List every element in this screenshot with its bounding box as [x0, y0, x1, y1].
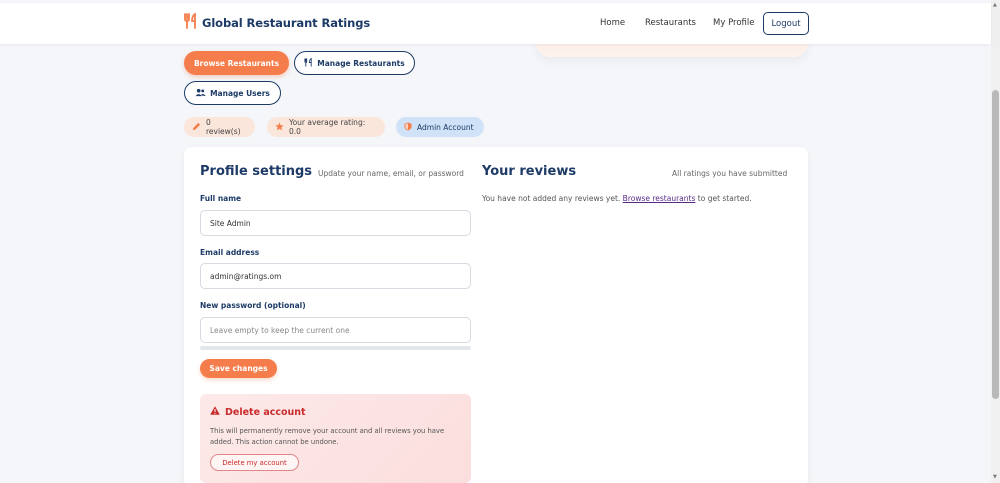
brand-title: Global Restaurant Ratings — [202, 16, 371, 30]
admin-account-chip: Admin Account — [396, 117, 484, 137]
manage-users-button[interactable]: Manage Users — [184, 81, 281, 105]
email-input[interactable]: admin@ratings.om — [200, 263, 471, 289]
average-rating-chip: Your average rating: 0.0 — [267, 117, 385, 137]
email-label: Email address — [200, 248, 260, 257]
reviews-empty-text: You have not added any reviews yet. — [482, 194, 623, 203]
admin-account-text: Admin Account — [417, 122, 474, 132]
average-rating-text: Your average rating: 0.0 — [289, 118, 366, 136]
reviews-count-chip: 0 review(s) — [184, 117, 255, 137]
profile-settings-subtitle: Update your name, email, or password — [318, 169, 464, 178]
reviews-empty-message: You have not added any reviews yet. Brow… — [482, 194, 752, 203]
fork-knife-icon — [304, 57, 313, 69]
full-name-input[interactable]: Site Admin — [200, 210, 471, 236]
logout-button[interactable]: Logout — [763, 12, 809, 35]
manage-restaurants-label: Manage Restaurants — [317, 58, 405, 68]
warning-icon — [210, 406, 220, 418]
full-name-label: Full name — [200, 194, 242, 203]
delete-account-heading: Delete account — [210, 406, 306, 418]
manage-users-label: Manage Users — [210, 88, 270, 98]
scroll-down-icon[interactable]: ▼ — [993, 474, 997, 480]
nav-home[interactable]: Home — [600, 18, 625, 28]
password-label: New password (optional) — [200, 301, 306, 310]
scrollbar-thumb[interactable] — [992, 90, 999, 399]
your-reviews-subtitle: All ratings you have submitted — [672, 169, 788, 178]
form-divider — [200, 346, 471, 350]
pencil-icon — [192, 122, 201, 133]
password-input[interactable]: Leave empty to keep the current one — [200, 317, 471, 343]
brand[interactable]: Global Restaurant Ratings — [184, 12, 371, 33]
browse-restaurants-button[interactable]: Browse Restaurants — [184, 51, 289, 75]
navbar: Global Restaurant Ratings Home Restauran… — [0, 3, 991, 44]
delete-my-account-button[interactable]: Delete my account — [210, 454, 299, 471]
browse-restaurants-label: Browse Restaurants — [193, 58, 280, 68]
your-reviews-title: Your reviews — [482, 164, 577, 179]
reviews-empty-suffix: to get started. — [695, 194, 752, 203]
shield-icon — [404, 122, 412, 133]
nav-my-profile[interactable]: My Profile — [713, 18, 755, 28]
delete-account-title: Delete account — [225, 406, 306, 418]
profile-settings-title: Profile settings — [200, 164, 313, 179]
scroll-up-icon[interactable]: ▲ — [993, 2, 997, 8]
delete-account-description: This will permanently remove your accoun… — [210, 427, 445, 446]
star-icon — [275, 121, 284, 133]
browse-restaurants-link[interactable]: Browse restaurants — [623, 194, 696, 203]
nav-restaurants[interactable]: Restaurants — [645, 18, 696, 28]
save-changes-button[interactable]: Save changes — [200, 359, 277, 378]
manage-restaurants-button[interactable]: Manage Restaurants — [294, 51, 415, 75]
reviews-count-text: 0 review(s) — [206, 118, 241, 136]
users-icon — [195, 88, 206, 99]
fork-knife-icon — [184, 12, 198, 33]
